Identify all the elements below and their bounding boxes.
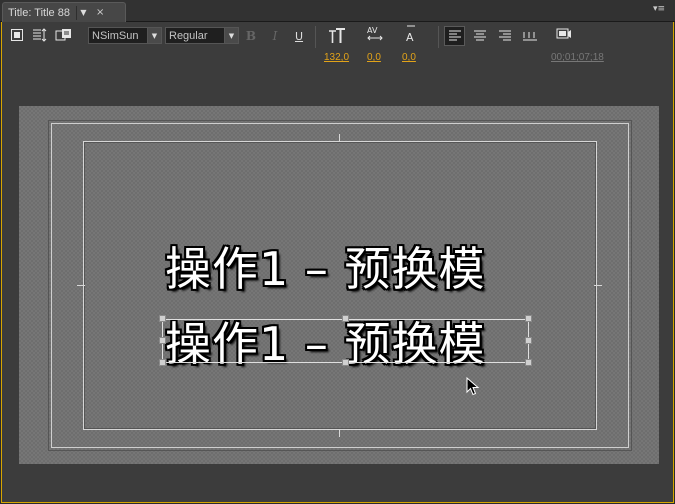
bold-button[interactable]: B — [244, 29, 258, 43]
align-center-button[interactable] — [469, 26, 490, 46]
center-marker-bottom — [339, 429, 340, 437]
svg-text:A: A — [406, 31, 414, 43]
font-family-value: NSimSun — [92, 29, 139, 42]
leading-icon: A — [402, 25, 420, 43]
timecode[interactable]: 00;01;07;18 — [551, 52, 604, 63]
new-title-icon[interactable] — [8, 27, 26, 43]
resize-handle-sw[interactable] — [159, 359, 166, 366]
resize-handle-nw[interactable] — [159, 315, 166, 322]
chevron-down-icon: ▼ — [147, 28, 161, 43]
resize-handle-se[interactable] — [525, 359, 532, 366]
kerning-value[interactable]: 0,0 — [367, 52, 381, 63]
panel-menu-icon[interactable]: ▾≡ — [653, 4, 665, 14]
center-marker-right — [594, 285, 602, 286]
leading-value[interactable]: 0,0 — [402, 52, 416, 63]
align-center-icon — [473, 30, 486, 41]
center-marker-top — [339, 134, 340, 142]
align-right-icon — [498, 30, 511, 41]
center-marker-left — [77, 285, 85, 286]
title-tab[interactable]: Title: Title 88 ▼ × — [2, 2, 126, 22]
resize-handle-s[interactable] — [342, 359, 349, 366]
title-panel: NSimSun ▼ Regular ▼ B I U 132,0 AV 0,0 A… — [1, 22, 674, 503]
show-background-video-icon[interactable] — [555, 26, 573, 42]
align-left-icon — [448, 30, 461, 41]
align-left-button[interactable] — [444, 26, 465, 46]
tab-menu-icon[interactable]: ▼ — [75, 5, 90, 20]
toolbar-divider — [438, 26, 439, 48]
title-toolbar: NSimSun ▼ Regular ▼ B I U 132,0 AV 0,0 A… — [2, 22, 673, 66]
templates-icon[interactable] — [55, 27, 73, 43]
panel-tab-bar: Title: Title 88 ▼ × ▾≡ — [0, 0, 675, 22]
title-text-line-1[interactable]: 操作1 – 预换模 — [165, 233, 486, 299]
font-style-value: Regular — [169, 29, 208, 42]
mouse-pointer-icon — [466, 377, 480, 396]
svg-text:AV: AV — [367, 26, 378, 35]
tab-stops-button[interactable] — [519, 26, 540, 46]
tab-title: Title: Title 88 — [8, 6, 70, 19]
selection-bounding-box[interactable] — [162, 319, 529, 363]
resize-handle-e[interactable] — [525, 337, 532, 344]
resize-handle-ne[interactable] — [525, 315, 532, 322]
underline-button[interactable]: U — [292, 29, 306, 43]
chevron-down-icon: ▼ — [224, 28, 238, 43]
font-style-dropdown[interactable]: Regular ▼ — [165, 27, 239, 44]
italic-button[interactable]: I — [268, 29, 282, 43]
font-family-dropdown[interactable]: NSimSun ▼ — [88, 27, 162, 44]
title-canvas[interactable]: 操作1 – 预换模 操作1 – 预换模 — [19, 106, 659, 464]
resize-handle-n[interactable] — [342, 315, 349, 322]
resize-handle-w[interactable] — [159, 337, 166, 344]
font-size-value[interactable]: 132,0 — [324, 52, 349, 63]
tab-stops-icon — [522, 32, 537, 41]
kerning-icon: AV — [366, 26, 384, 42]
toolbar-divider — [315, 26, 316, 48]
font-size-icon — [328, 28, 346, 44]
close-icon[interactable]: × — [96, 7, 104, 18]
align-right-button[interactable] — [494, 26, 515, 46]
roll-crawl-options-icon[interactable] — [31, 27, 49, 43]
